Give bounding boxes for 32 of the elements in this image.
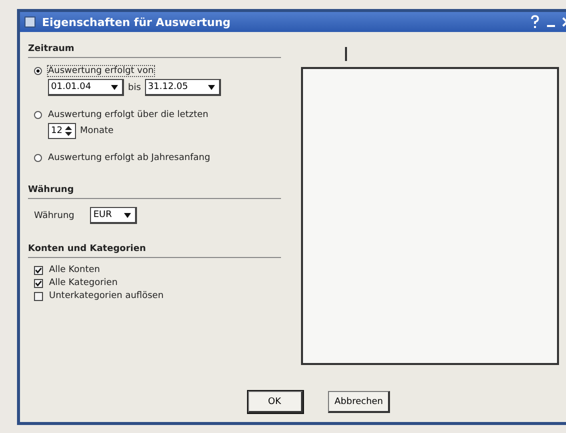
unit-label: Monate (80, 126, 114, 136)
checkbox[interactable] (34, 292, 43, 300)
currency-dropdown[interactable]: EUR (90, 207, 138, 224)
dropdown-arrow-icon[interactable] (111, 84, 118, 90)
number-spinner[interactable]: 12 (48, 123, 76, 139)
checkbox[interactable] (34, 278, 43, 288)
checkbox-label[interactable]: Unterkategorien auflösen (49, 291, 164, 301)
help-icon[interactable] (529, 15, 541, 29)
radio-button[interactable] (34, 67, 42, 75)
field-label: bis (128, 82, 141, 92)
cancel-button[interactable]: Abbrechen (328, 391, 390, 413)
dropdown-arrow-icon[interactable] (208, 84, 215, 90)
radio-button[interactable] (34, 154, 42, 162)
window-title: Eigenschaften für Auswertung (42, 16, 232, 28)
dropdown-arrow-icon[interactable] (124, 212, 132, 218)
app-icon (24, 16, 36, 28)
radio-button[interactable] (34, 111, 42, 119)
checkbox-label[interactable]: Alle Kategorien (49, 278, 118, 288)
ok-button[interactable]: OK (248, 391, 302, 413)
section-heading: Konten und Kategorien (28, 244, 147, 254)
list-box[interactable] (301, 67, 559, 365)
radio-label[interactable]: Auswertung erfolgt von (48, 66, 154, 76)
date-dropdown[interactable]: 01.01.04 (48, 79, 124, 96)
radio-label[interactable]: Auswertung erfolgt über die letzten (48, 110, 208, 120)
section-heading: Währung (28, 185, 75, 195)
field-label: Währung (34, 210, 74, 220)
date-dropdown[interactable]: 31.12.05 (144, 79, 221, 96)
checkbox-label[interactable]: Alle Konten (49, 265, 100, 275)
section-heading: Zeitraum (28, 44, 76, 54)
radio-label[interactable]: Auswertung erfolgt ab Jahresanfang (48, 153, 210, 163)
spinner-arrows-icon[interactable] (64, 124, 74, 138)
checkbox[interactable] (34, 266, 43, 274)
